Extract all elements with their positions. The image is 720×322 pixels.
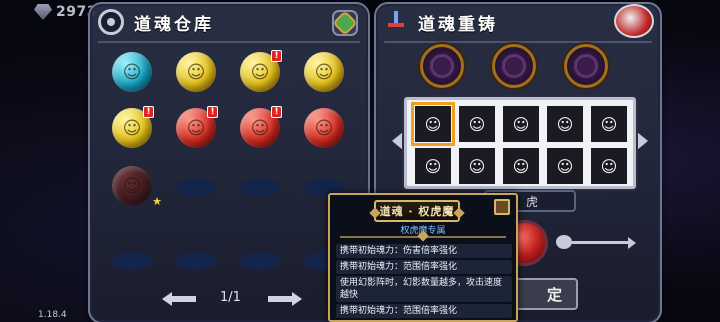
sword-icon [388,11,404,33]
portrait-item[interactable]: ☺ [591,106,627,142]
portrait-item[interactable]: ☺ [459,106,495,142]
alert-badge: ! [143,106,154,118]
page-indicator: 1/1 [220,290,241,305]
soul-orb[interactable]: ☺ [304,52,344,92]
tooltip-line: 携带初始魂力：范围倍率强化 [336,304,512,318]
empty-slot [112,252,152,270]
next-page-button[interactable] [268,292,302,306]
tooltip-lines: 携带初始魂力：伤害倍率强化 携带初始魂力：范围倍率强化 使用幻影阵时，幻影数量越… [336,244,512,320]
selector-next-button[interactable] [637,132,648,150]
divider [98,41,360,43]
diamond-icon [34,4,52,20]
orb-7[interactable]: ☺ [304,108,344,148]
portrait-selector: ☺ ☺ ☺ ☺ ☺ ☺ ☺ ☺ ☺ ☺ [404,97,636,189]
ring-icon [98,9,124,35]
portrait-row-2: ☺ ☺ ☺ ☺ ☺ [415,148,627,184]
recast-slot[interactable] [492,44,536,88]
empty-slot [176,178,216,196]
divider [384,41,652,43]
portrait-item[interactable]: ☺ [503,148,539,184]
prev-page-button[interactable] [162,292,196,306]
warehouse-header: 道魂仓库 [90,4,368,40]
alert-badge: ! [271,50,282,62]
orb-5[interactable]: ☺ ! [176,106,218,148]
portrait-item[interactable]: ☺ [411,102,455,146]
orb-6[interactable]: ☺ ! [240,106,282,148]
divider [340,236,506,238]
version-label: 1.18.4 [38,310,67,320]
recast-title: 道魂重铸 [418,14,498,35]
bag-button[interactable] [332,10,358,36]
orb-8[interactable]: ☺ ★ [112,166,162,208]
portrait-item[interactable]: ☺ [547,148,583,184]
orb-1[interactable]: ☺ [176,52,216,92]
portrait-item[interactable]: ☺ [547,106,583,142]
selector-prev-button[interactable] [392,132,403,150]
empty-slot [240,252,280,270]
warehouse-title: 道魂仓库 [134,14,214,35]
soul-orb[interactable]: ☺ [112,52,152,92]
orb-2[interactable]: ☺ ! [240,50,282,92]
alert-badge: ! [207,106,218,118]
portrait-row-1: ☺ ☺ ☺ ☺ ☺ [411,102,627,146]
alert-badge: ! [271,106,282,118]
recast-slot[interactable] [420,44,464,88]
orb-3[interactable]: ☺ [304,52,344,92]
empty-slot [240,178,280,196]
recast-slot[interactable] [564,44,608,88]
soul-orb[interactable]: ☺ [112,166,152,206]
portrait-item[interactable]: ☺ [591,148,627,184]
portrait-item[interactable]: ☺ [415,148,451,184]
swap-button[interactable] [614,4,654,38]
tooltip-close-icon[interactable] [494,199,510,215]
tooltip-title-frame: 道魂 · 权虎魔 [374,200,460,222]
tooltip-line: 携带初始魂力：范围倍率强化 [336,260,512,274]
orb-4[interactable]: ☺ ! [112,106,154,148]
empty-slot [176,252,216,270]
soul-tooltip: 道魂 · 权虎魔 权虎魔专属 携带初始魂力：伤害倍率强化 携带初始魂力：范围倍率… [328,193,518,322]
soul-orb[interactable]: ☺ [304,108,344,148]
relic-icon [556,232,636,252]
portrait-item[interactable]: ☺ [459,148,495,184]
tooltip-title: 道魂 · 权虎魔 [379,205,455,218]
bag-icon [335,13,355,33]
orb-0[interactable]: ☺ [112,52,152,92]
portrait-item[interactable]: ☺ [503,106,539,142]
tooltip-line: 携带初始魂力：伤害倍率强化 [336,244,512,258]
tooltip-line: 使用幻影阵时，幻影数量越多，攻击速度越快 [336,276,512,302]
soul-orb[interactable]: ☺ [176,52,216,92]
star-icon: ★ [152,195,162,208]
